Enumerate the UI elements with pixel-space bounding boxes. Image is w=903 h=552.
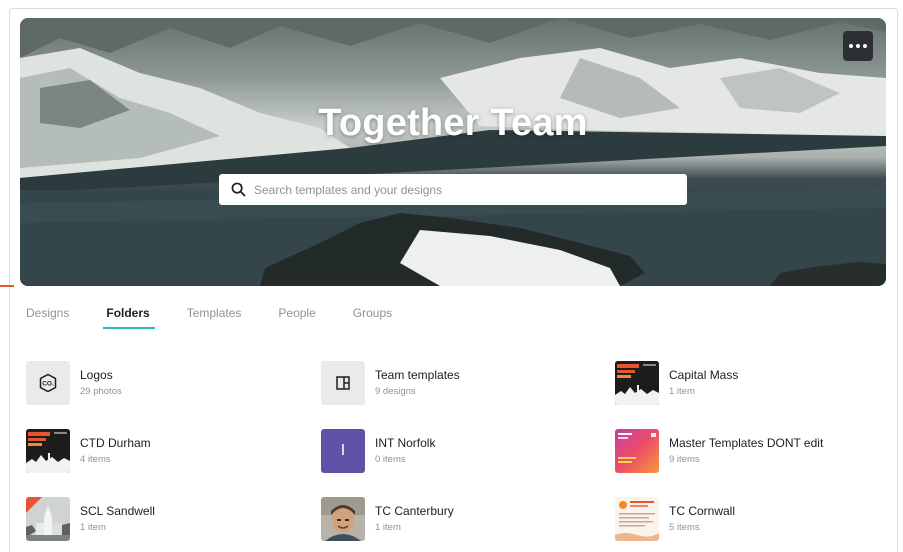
more-horizontal-icon bbox=[849, 44, 853, 48]
tab-designs[interactable]: Designs bbox=[26, 306, 69, 330]
folder-scl-sandwell[interactable]: SCL Sandwell 1 item bbox=[26, 497, 155, 541]
folder-master-templates[interactable]: Master Templates DONT edit 9 items bbox=[615, 429, 823, 473]
folder-name: TC Cornwall bbox=[669, 504, 736, 518]
poster-dark-thumbnail bbox=[615, 361, 659, 405]
folder-capital-mass[interactable]: Capital Mass 1 item bbox=[615, 361, 738, 405]
svg-text:CO.: CO. bbox=[42, 381, 54, 388]
content-tabs: Designs Folders Templates People Groups bbox=[26, 306, 429, 330]
tab-groups[interactable]: Groups bbox=[353, 306, 392, 330]
folder-tc-canterbury[interactable]: TC Canterbury 1 item bbox=[321, 497, 454, 541]
logo-co-icon: CO. bbox=[39, 373, 57, 393]
folder-count: 4 items bbox=[80, 454, 111, 465]
folder-name: CTD Durham bbox=[80, 436, 151, 450]
folder-name: Capital Mass bbox=[669, 368, 739, 382]
team-title: Together Team bbox=[318, 102, 588, 144]
folder-ctd-durham[interactable]: CTD Durham 4 items bbox=[26, 429, 151, 473]
more-options-button[interactable] bbox=[843, 31, 873, 61]
mountain-lake-background bbox=[20, 18, 886, 286]
flyer-light-thumbnail bbox=[615, 497, 659, 541]
gradient-poster-thumbnail bbox=[615, 429, 659, 473]
folder-name: Team templates bbox=[375, 368, 460, 382]
folder-count: 5 items bbox=[669, 522, 700, 533]
folder-name: INT Norfolk bbox=[375, 436, 436, 450]
folder-tc-cornwall[interactable]: TC Cornwall 5 items bbox=[615, 497, 735, 541]
folder-team-templates[interactable]: Team templates 9 designs bbox=[321, 361, 460, 405]
folder-count: 29 photos bbox=[80, 386, 122, 397]
folder-thumbnail: CO. bbox=[26, 361, 70, 405]
folder-logos[interactable]: CO. Logos 29 photos bbox=[26, 361, 122, 405]
portrait-photo-thumbnail bbox=[321, 497, 365, 541]
folder-count: 1 item bbox=[375, 522, 401, 533]
folder-count: 1 item bbox=[80, 522, 106, 533]
church-photo-thumbnail bbox=[26, 497, 70, 541]
search-icon bbox=[231, 182, 246, 197]
folder-int-norfolk[interactable]: I INT Norfolk 0 items bbox=[321, 429, 435, 473]
edge-accent-line bbox=[0, 285, 14, 287]
folder-count: 1 item bbox=[669, 386, 695, 397]
folder-name: TC Canterbury bbox=[375, 504, 454, 518]
search-input[interactable] bbox=[254, 182, 674, 197]
poster-dark-thumbnail bbox=[26, 429, 70, 473]
folder-thumbnail bbox=[321, 361, 365, 405]
tab-templates[interactable]: Templates bbox=[187, 306, 242, 330]
tab-people[interactable]: People bbox=[278, 306, 315, 330]
folder-count: 9 items bbox=[669, 454, 700, 465]
template-layout-icon bbox=[336, 376, 350, 390]
tab-folders[interactable]: Folders bbox=[103, 306, 156, 330]
folder-name: Master Templates DONT edit bbox=[669, 436, 824, 450]
folder-count: 9 designs bbox=[375, 386, 416, 397]
team-hero-banner: Together Team bbox=[20, 18, 886, 286]
folder-name: Logos bbox=[80, 368, 113, 382]
letter-tile: I bbox=[321, 429, 365, 473]
search-bar[interactable] bbox=[219, 174, 687, 205]
folder-count: 0 items bbox=[375, 454, 406, 465]
folder-name: SCL Sandwell bbox=[80, 504, 155, 518]
